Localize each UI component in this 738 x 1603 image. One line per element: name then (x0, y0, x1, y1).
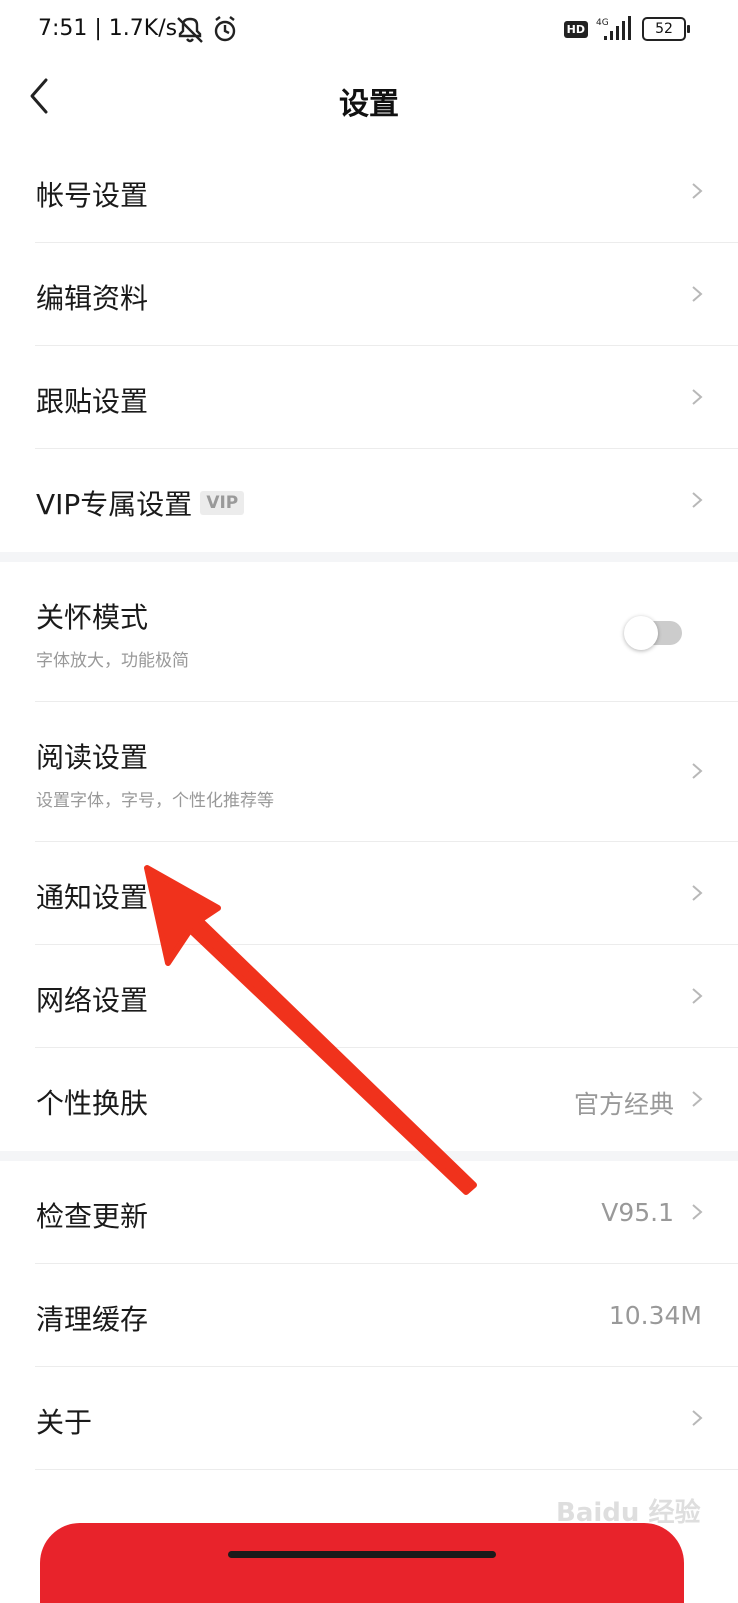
row-label: 个性换肤 (36, 1087, 149, 1120)
logout-button[interactable] (40, 1523, 684, 1603)
section-gap (0, 552, 738, 562)
chevron-right-icon (692, 1410, 703, 1426)
care-mode-toggle[interactable] (624, 616, 682, 650)
vip-settings-label: VIP专属设置 (36, 488, 193, 521)
row-label: 网络设置 (36, 984, 149, 1017)
chevron-right-icon (692, 988, 703, 1004)
status-time: 7:51 | 1.7K/s (38, 16, 178, 41)
row-check-update[interactable]: 检查更新 V95.1 (0, 1161, 738, 1264)
chevron-right-icon (692, 763, 703, 779)
row-subtitle: 设置字体，字号，个性化推荐等 (36, 791, 274, 811)
row-label: 跟贴设置 (36, 385, 149, 418)
baidu-watermark: Baidu 经验 (556, 1498, 701, 1528)
bell-off-icon (177, 17, 203, 43)
chevron-right-icon (692, 183, 703, 199)
vip-badge: VIP (200, 491, 245, 515)
row-reading-settings[interactable]: 阅读设置 设置字体，字号，个性化推荐等 (0, 702, 738, 842)
row-value: 官方经典 (573, 1090, 674, 1119)
status-bar: 7:51 | 1.7K/s HD 4G 52 (0, 0, 738, 64)
home-indicator[interactable] (228, 1551, 496, 1558)
chevron-right-icon (692, 389, 703, 405)
row-skin[interactable]: 个性换肤 官方经典 (0, 1048, 738, 1151)
row-edit-profile[interactable]: 编辑资料 (0, 243, 738, 346)
row-vip-settings[interactable]: VIP专属设置 VIP (0, 449, 738, 552)
chevron-right-icon (692, 885, 703, 901)
chevron-right-icon (692, 492, 703, 508)
row-label: VIP专属设置 VIP (36, 483, 245, 523)
network-label: 4G (596, 18, 609, 28)
row-label: 通知设置 (36, 881, 149, 914)
system-group: 检查更新 V95.1 清理缓存 10.34M 关于 (0, 1161, 738, 1470)
mute-alarm-icons (177, 16, 236, 43)
row-about[interactable]: 关于 (0, 1367, 738, 1470)
general-group: 关怀模式 字体放大，功能极简 阅读设置 设置字体，字号，个性化推荐等 通知设置 … (0, 562, 738, 1151)
row-label: 阅读设置 (36, 741, 149, 774)
row-notification-settings[interactable]: 通知设置 (0, 842, 738, 945)
row-label: 编辑资料 (36, 282, 149, 315)
row-subtitle: 字体放大，功能极简 (36, 651, 189, 671)
row-follow-post-settings[interactable]: 跟贴设置 (0, 346, 738, 449)
status-right: HD 4G 52 (563, 16, 690, 42)
account-group: 帐号设置 编辑资料 跟贴设置 VIP专属设置 VIP (0, 140, 738, 552)
row-label: 清理缓存 (36, 1303, 149, 1336)
page-title: 设置 (339, 87, 399, 122)
chevron-right-icon (692, 1204, 703, 1220)
row-label: 检查更新 (36, 1200, 149, 1233)
row-value: 10.34M (608, 1301, 702, 1330)
row-network-settings[interactable]: 网络设置 (0, 945, 738, 1048)
nav-bar: 设置 (0, 64, 738, 130)
row-label: 关于 (36, 1406, 93, 1439)
row-care-mode: 关怀模式 字体放大，功能极简 (0, 562, 738, 702)
signal-icon: 4G (596, 16, 631, 40)
row-account-settings[interactable]: 帐号设置 (0, 140, 738, 243)
chevron-right-icon (692, 1091, 703, 1107)
row-label: 关怀模式 (36, 601, 149, 634)
battery-icon: 52 (642, 17, 690, 41)
hd-badge: HD (563, 20, 588, 38)
row-clear-cache[interactable]: 清理缓存 10.34M (0, 1264, 738, 1367)
chevron-right-icon (692, 286, 703, 302)
section-gap (0, 1151, 738, 1161)
row-value: V95.1 (601, 1198, 674, 1227)
alarm-icon (214, 16, 236, 42)
status-icons (176, 14, 246, 50)
row-label: 帐号设置 (36, 179, 149, 212)
